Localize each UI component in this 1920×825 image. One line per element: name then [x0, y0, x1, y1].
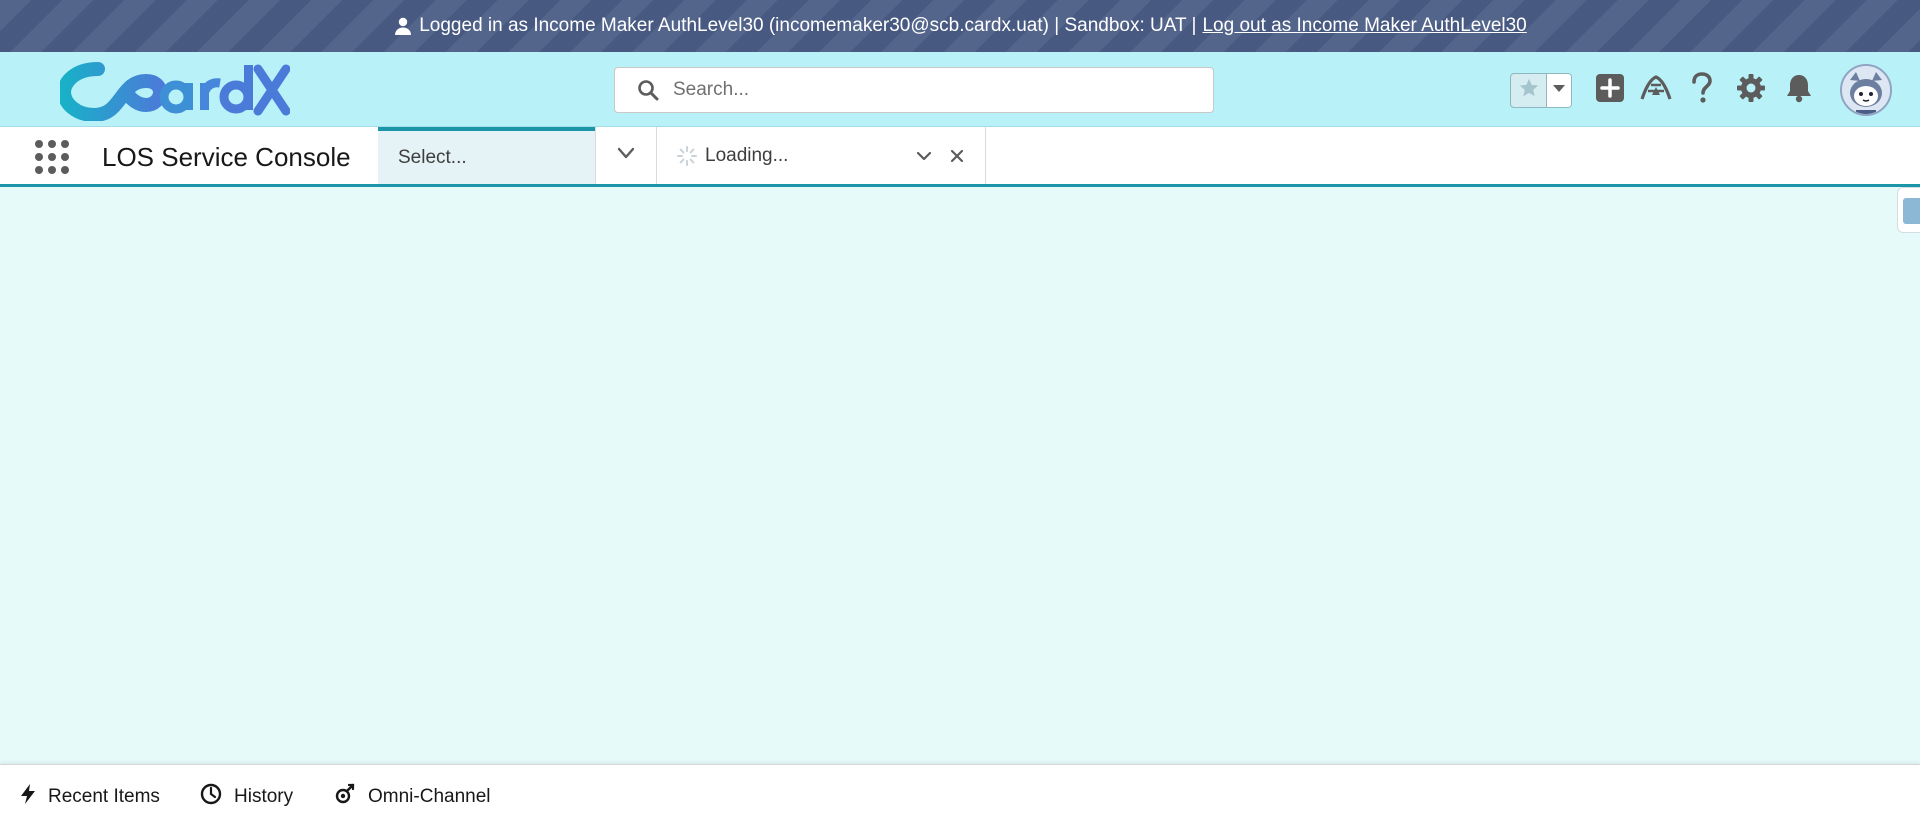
search-icon: [637, 79, 659, 101]
help-icon: [1689, 71, 1715, 109]
trailhead-icon: [1640, 73, 1672, 108]
global-header: [0, 52, 1920, 127]
tab-actions-chevron-icon[interactable]: [914, 146, 934, 166]
login-banner: Logged in as Income Maker AuthLevel30 (i…: [0, 0, 1920, 52]
utility-bar: Recent Items History Omni-Channel: [0, 764, 1920, 825]
notifications-button[interactable]: [1781, 72, 1817, 108]
console-navigation-bar: LOS Service Console Select... Loading...: [0, 127, 1920, 187]
navigation-menu-label: Select...: [398, 146, 467, 168]
add-icon: [1595, 73, 1625, 108]
favorites-dropdown-button[interactable]: [1547, 74, 1571, 107]
setup-button[interactable]: [1733, 72, 1769, 108]
utility-item-label: History: [234, 786, 294, 807]
chevron-down-icon: [1552, 81, 1566, 100]
app-name: LOS Service Console: [102, 142, 351, 172]
settings-icon: [1736, 73, 1766, 108]
utility-item-history[interactable]: History: [200, 783, 293, 811]
utility-item-label: Recent Items: [48, 786, 160, 807]
user-icon: [393, 16, 413, 36]
favorites-group: [1510, 73, 1572, 108]
search-input[interactable]: [673, 79, 1173, 101]
global-search[interactable]: [614, 67, 1214, 113]
utility-item-label: Omni-Channel: [368, 786, 491, 807]
workspace-area: [0, 187, 1920, 764]
clock-icon: [200, 783, 234, 811]
login-banner-text: Logged in as Income Maker AuthLevel30 (i…: [419, 15, 1197, 36]
logout-link[interactable]: Log out as Income Maker AuthLevel30: [1202, 15, 1526, 37]
omni-channel-icon: [334, 783, 368, 811]
cardx-logo[interactable]: [56, 59, 291, 123]
utility-item-recent-items[interactable]: Recent Items: [20, 783, 160, 811]
navigation-menu-select[interactable]: Select...: [378, 127, 595, 184]
utility-item-omni-channel[interactable]: Omni-Channel: [334, 783, 491, 811]
trailhead-button[interactable]: [1638, 72, 1674, 108]
side-panel-toggle[interactable]: [1897, 187, 1920, 233]
app-launcher-icon: [34, 140, 70, 179]
navigation-menu-dropdown-button[interactable]: [595, 127, 657, 184]
star-icon: [1518, 77, 1540, 104]
global-actions-button[interactable]: [1592, 72, 1628, 108]
workspace-tab-loading[interactable]: Loading...: [657, 127, 986, 184]
app-launcher-button[interactable]: [34, 139, 70, 175]
lightning-icon: [20, 783, 48, 811]
workspace-tab-label: Loading...: [705, 144, 789, 166]
avatar[interactable]: [1840, 64, 1892, 116]
favorite-star-button[interactable]: [1511, 74, 1547, 107]
spinner-icon: [677, 145, 697, 166]
panel-handle-icon: [1903, 198, 1920, 224]
help-button[interactable]: [1684, 71, 1720, 109]
bell-icon: [1785, 73, 1813, 108]
close-tab-icon[interactable]: [947, 146, 967, 166]
chevron-down-icon: [616, 143, 636, 168]
